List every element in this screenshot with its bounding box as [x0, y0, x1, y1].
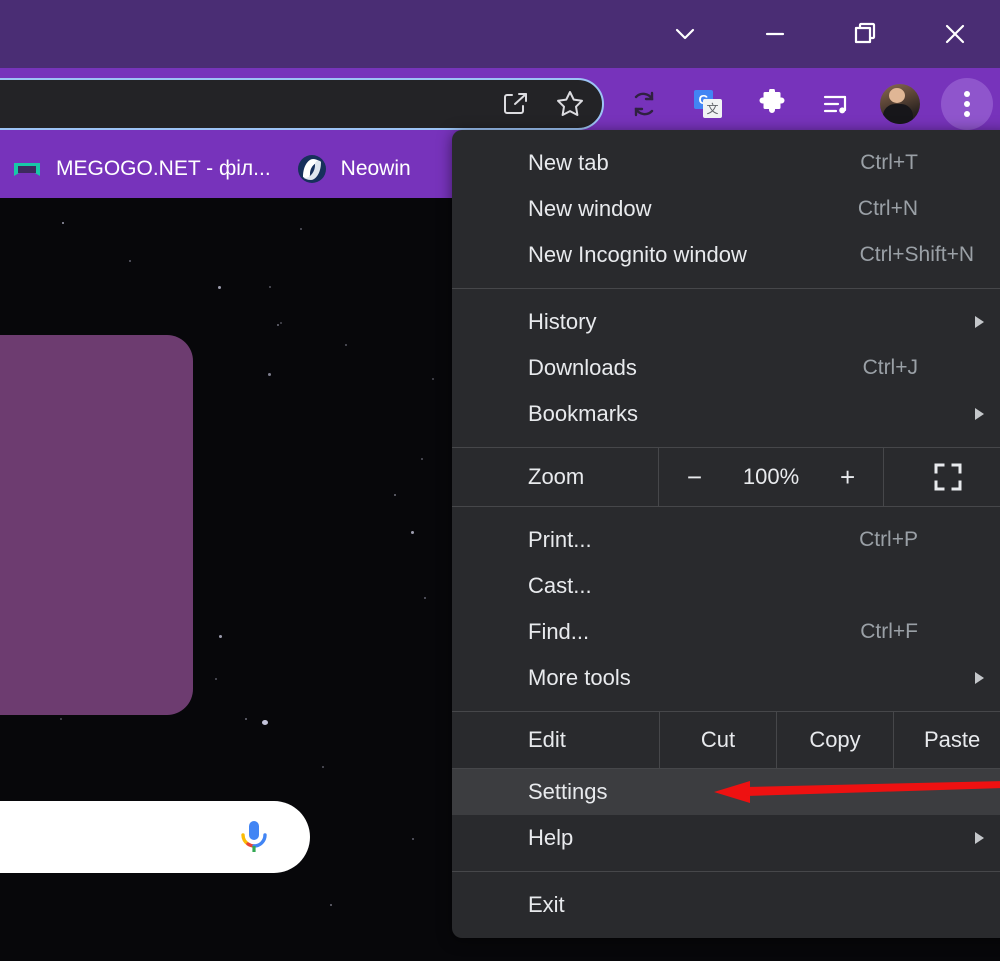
zoom-controls: − 100% + — [658, 448, 884, 506]
fullscreen-button[interactable] — [884, 448, 1000, 506]
window-controls — [640, 0, 1000, 68]
bookmark-item-megogo[interactable]: MEGOGO.NET - філ... — [12, 154, 271, 184]
menu-item-label: Cast... — [528, 573, 592, 598]
menu-item-accel: Ctrl+P — [859, 528, 918, 551]
fullscreen-icon — [934, 463, 962, 491]
cut-button[interactable]: Cut — [659, 712, 776, 768]
zoom-level-value: 100% — [742, 464, 800, 489]
menu-item-label: New Incognito window — [528, 242, 747, 267]
edit-label: Edit — [528, 727, 566, 752]
browser-window: MEGOGO.NET - філ... Neowin G 文 New tab C… — [0, 0, 1000, 961]
paste-button[interactable]: Paste — [893, 712, 1000, 768]
menu-item-label: Bookmarks — [528, 401, 639, 426]
bookmark-item-neowin[interactable]: Neowin — [297, 154, 411, 184]
menu-item-exit[interactable]: Exit — [452, 882, 1000, 928]
menu-item-new-incognito-window[interactable]: New Incognito window Ctrl+Shift+N — [452, 232, 1000, 278]
menu-item-cast[interactable]: Cast... — [452, 563, 1000, 609]
chevron-right-icon — [975, 408, 984, 420]
google-mic-icon[interactable] — [238, 819, 270, 855]
menu-item-label: Help — [528, 825, 574, 850]
menu-edit-row: Edit Cut Copy Paste — [452, 712, 1000, 768]
avatar-image — [880, 84, 920, 124]
menu-item-new-window[interactable]: New window Ctrl+N — [452, 186, 1000, 232]
share-icon[interactable] — [500, 88, 532, 120]
menu-spacer — [452, 437, 1000, 447]
bookmark-star-icon[interactable] — [554, 88, 586, 120]
chrome-main-menu: New tab Ctrl+T New window Ctrl+N New Inc… — [452, 130, 1000, 938]
menu-spacer — [452, 278, 1000, 288]
menu-item-accel: Ctrl+Shift+N — [859, 243, 974, 266]
chevron-down-icon[interactable] — [640, 0, 730, 68]
window-titlebar — [0, 0, 1000, 68]
menu-item-label: Exit — [528, 892, 565, 917]
copy-button[interactable]: Copy — [776, 712, 893, 768]
menu-item-more-tools[interactable]: More tools — [452, 655, 1000, 701]
zoom-label: Zoom — [528, 464, 585, 489]
svg-text:文: 文 — [706, 101, 718, 116]
menu-spacer — [452, 289, 1000, 299]
menu-item-history[interactable]: History — [452, 299, 1000, 345]
menu-item-find[interactable]: Find... Ctrl+F — [452, 609, 1000, 655]
close-icon[interactable] — [910, 0, 1000, 68]
menu-item-downloads[interactable]: Downloads Ctrl+J — [452, 345, 1000, 391]
menu-item-label: History — [528, 309, 597, 334]
menu-spacer — [452, 872, 1000, 882]
chevron-right-icon — [975, 316, 984, 328]
bookmark-label: Neowin — [340, 157, 411, 180]
zoom-in-button[interactable]: + — [840, 464, 855, 490]
menu-item-bookmarks[interactable]: Bookmarks — [452, 391, 1000, 437]
menu-spacer — [452, 507, 1000, 517]
menu-item-label: Settings — [528, 779, 608, 804]
zoom-out-button[interactable]: − — [687, 464, 702, 490]
megogo-icon — [14, 163, 40, 176]
menu-spacer — [452, 701, 1000, 711]
menu-item-label: Print... — [528, 527, 592, 552]
menu-item-print[interactable]: Print... Ctrl+P — [452, 517, 1000, 563]
menu-item-accel: Ctrl+F — [860, 620, 918, 643]
menu-item-label: New tab — [528, 150, 609, 175]
restore-icon[interactable] — [820, 0, 910, 68]
google-doodle-card[interactable] — [0, 335, 193, 715]
search-box[interactable] — [0, 801, 310, 873]
menu-item-label: Downloads — [528, 355, 637, 380]
menu-item-label: Find... — [528, 619, 590, 644]
neowin-icon — [297, 155, 326, 183]
menu-item-accel: Ctrl+J — [862, 356, 918, 379]
menu-dots[interactable] — [941, 78, 993, 130]
chevron-right-icon — [975, 832, 984, 844]
minimize-icon[interactable] — [730, 0, 820, 68]
menu-item-accel: Ctrl+N — [857, 197, 918, 220]
menu-item-label: New window — [528, 196, 652, 221]
menu-spacer — [452, 861, 1000, 871]
menu-item-new-tab[interactable]: New tab Ctrl+T — [452, 140, 1000, 186]
menu-item-accel: Ctrl+T — [860, 151, 918, 174]
menu-item-help[interactable]: Help — [452, 815, 1000, 861]
address-bar[interactable] — [0, 78, 604, 130]
menu-top-padding — [452, 130, 1000, 140]
menu-item-settings[interactable]: Settings — [452, 769, 1000, 815]
menu-zoom-row: Zoom − 100% + — [452, 448, 1000, 506]
chevron-right-icon — [975, 672, 984, 684]
menu-item-label: More tools — [528, 665, 631, 690]
bookmark-label: MEGOGO.NET - філ... — [56, 157, 271, 180]
